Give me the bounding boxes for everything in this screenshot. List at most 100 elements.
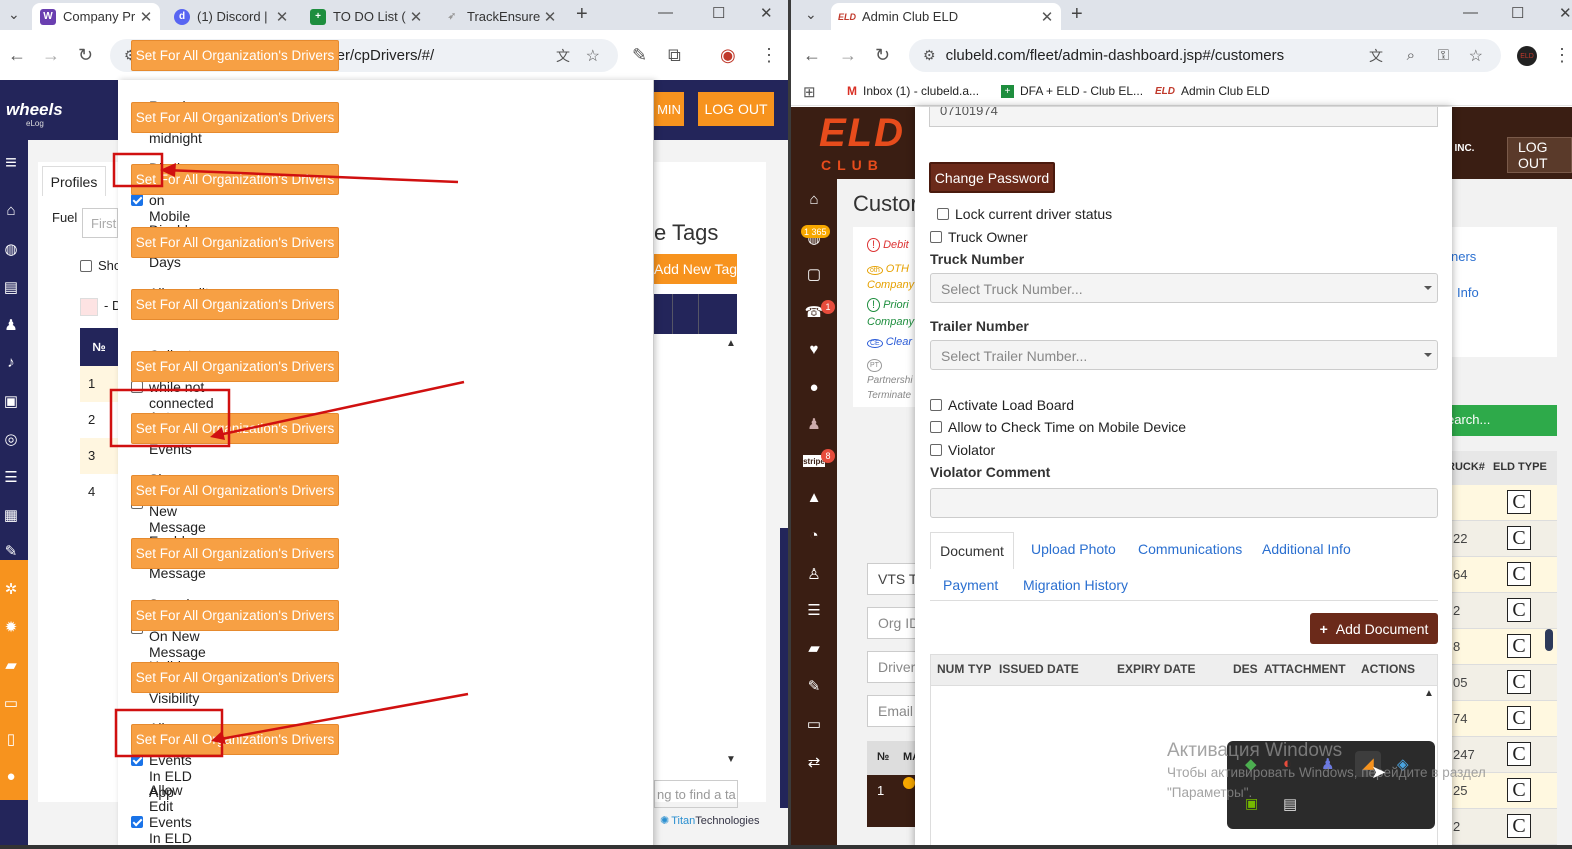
home-icon[interactable]: ⌂ <box>799 191 829 208</box>
tab-additional-info[interactable]: Additional Info <box>1262 541 1351 557</box>
table-row[interactable]: 2C <box>1447 593 1557 629</box>
minimize-icon[interactable]: — <box>1463 4 1478 21</box>
tablet-icon[interactable]: ▢ <box>799 265 829 283</box>
table-row[interactable]: 22 C <box>1447 521 1557 557</box>
gmail-icon: M <box>847 84 857 98</box>
info-link[interactable]: Info <box>1457 285 1479 300</box>
col-num: NUM <box>937 662 965 676</box>
road-icon[interactable]: ▲ <box>799 489 829 506</box>
users-icon[interactable]: ♟ <box>799 415 829 433</box>
tab-communications[interactable]: Communications <box>1138 541 1242 557</box>
truck-number-label: Truck Number <box>930 251 1025 267</box>
change-password-button[interactable]: Change Password <box>929 162 1055 193</box>
right-tab-strip: ⌄ ELD Admin Club ELD ✕ + — ☐ ✕ <box>791 0 1572 30</box>
heart-icon[interactable]: ♥ <box>799 341 829 358</box>
add-document-button[interactable]: + Add Document <box>1310 613 1438 644</box>
bookmark-admin[interactable]: ELD Admin Club ELD <box>1155 84 1270 98</box>
customers-link[interactable]: ners <box>1451 249 1476 264</box>
scrollbar-thumb[interactable] <box>1545 629 1553 651</box>
eld-type-badge: C <box>1507 490 1531 514</box>
gauge-icon[interactable]: ◔ <box>799 527 829 544</box>
truck-owner-checkbox[interactable]: Truck Owner <box>930 229 1028 245</box>
chevron-down-icon <box>1424 286 1432 294</box>
vts-field[interactable]: VTS Tr <box>867 563 917 595</box>
truck-number-cell: 74 <box>1453 711 1468 726</box>
translate-icon[interactable]: 文 <box>1369 46 1383 66</box>
truck-icon[interactable]: ▰ <box>799 639 829 657</box>
tab-migration-history[interactable]: Migration History <box>1023 577 1128 593</box>
transfer-icon[interactable]: ⇄ <box>799 753 829 771</box>
org-id-field[interactable]: Org ID <box>867 607 917 639</box>
star-icon[interactable]: ☆ <box>1469 46 1483 66</box>
windows-activation-text: Чтобы активировать Windows, перейдите в … <box>1167 765 1486 780</box>
site-info-icon[interactable]: ⚙ <box>923 47 936 64</box>
close-icon[interactable]: ✕ <box>1039 8 1055 26</box>
tab-payment[interactable]: Payment <box>943 577 998 593</box>
badge-count: 1 <box>821 300 835 314</box>
annotation-overlay <box>109 152 469 758</box>
truck-number-select[interactable]: Select Truck Number... <box>930 273 1438 303</box>
scroll-up-icon[interactable]: ▲ <box>1424 688 1434 699</box>
allow-check-time-checkbox[interactable]: Allow to Check Time on Mobile Device <box>930 419 1186 435</box>
edit-icon[interactable]: ✎ <box>799 677 829 695</box>
email-field[interactable]: Email <box>867 695 917 727</box>
tab-document[interactable]: Document <box>930 532 1014 569</box>
truck-number-cell: 2 <box>1453 603 1461 618</box>
eld-type-badge: C <box>1507 562 1531 586</box>
logout-button[interactable]: LOG OUT <box>1507 137 1572 173</box>
window-close-icon[interactable]: ✕ <box>1559 4 1572 22</box>
windows-activation-text-2: "Параметры". <box>1167 785 1253 800</box>
top-field[interactable]: 07101974 <box>929 107 1438 127</box>
search-button[interactable]: earch... <box>1447 405 1557 436</box>
badge-count: 8 <box>821 449 835 463</box>
list-icon[interactable]: ☰ <box>799 601 829 619</box>
table-row[interactable]: 8C <box>1447 629 1557 665</box>
back-icon[interactable]: ← <box>803 45 821 65</box>
eld-type-badge: C <box>1507 814 1531 838</box>
col-type: TYP <box>968 662 992 676</box>
lock-status-checkbox[interactable]: Lock current driver status <box>937 206 1112 222</box>
driver-field[interactable]: Driver <box>867 651 917 683</box>
tray-keyboard-icon[interactable]: ▤ <box>1283 795 1297 813</box>
table-row[interactable]: C <box>1447 485 1557 521</box>
apps-grid-icon[interactable]: ⊞ <box>803 83 816 101</box>
monitor-icon[interactable]: ▭ <box>799 715 829 733</box>
table-row[interactable]: 05 C <box>1447 665 1557 701</box>
page-title: Custor <box>853 191 918 216</box>
zoom-icon[interactable]: ⌕ <box>1407 47 1415 64</box>
profile-avatar[interactable]: ELD <box>1517 46 1537 66</box>
chat-icon[interactable]: ● <box>799 379 829 396</box>
activate-load-board-checkbox[interactable]: Activate Load Board <box>930 397 1074 413</box>
trailer-number-label: Trailer Number <box>930 318 1029 334</box>
tab-search-icon[interactable]: ⌄ <box>805 6 817 23</box>
eld-type-badge: C <box>1507 598 1531 622</box>
violator-comment-input[interactable] <box>930 488 1438 518</box>
col-issued: ISSUED DATE <box>999 662 1079 676</box>
reload-icon[interactable]: ↻ <box>875 45 890 65</box>
new-tab-icon[interactable]: + <box>1071 3 1083 26</box>
col-expiry: EXPIRY DATE <box>1117 662 1196 676</box>
forward-icon[interactable]: → <box>839 45 857 65</box>
bookmark-inbox[interactable]: M Inbox (1) - clubeld.a... <box>847 84 979 98</box>
mouse-cursor-icon: ➤ <box>1371 762 1387 782</box>
eld-table-header: RUCK# ELD TYPE <box>1447 451 1557 485</box>
col-attachment: ATTACHMENT <box>1264 662 1346 676</box>
trailer-number-select[interactable]: Select Trailer Number... <box>930 340 1438 370</box>
password-key-icon[interactable]: ⚿ <box>1438 47 1449 64</box>
eld-type-badge: C <box>1507 706 1531 730</box>
table-row[interactable]: 64 C <box>1447 557 1557 593</box>
tab-admin-club-eld[interactable]: ELD Admin Club ELD ✕ <box>831 3 1061 30</box>
maximize-icon[interactable]: ☐ <box>1511 4 1524 22</box>
violator-checkbox[interactable]: Violator <box>930 442 995 458</box>
tab-upload-photo[interactable]: Upload Photo <box>1031 541 1116 557</box>
chess-icon[interactable]: ♙ <box>799 565 829 583</box>
taskbar-edge <box>0 845 1572 849</box>
highlight-box <box>109 388 231 448</box>
bookmark-dfa[interactable]: + DFA + ELD - Club EL... <box>1001 84 1143 98</box>
table-row[interactable]: 74 C <box>1447 701 1557 737</box>
eld-favicon-icon: ELD <box>838 11 856 22</box>
table-row[interactable]: 2C <box>1447 809 1557 845</box>
right-address-bar[interactable]: ⚙ clubeld.com/fleet/admin-dashboard.jsp#… <box>909 39 1501 72</box>
behind-table-row[interactable]: 1 <box>867 775 917 827</box>
menu-icon[interactable]: ⋮ <box>1553 45 1571 65</box>
